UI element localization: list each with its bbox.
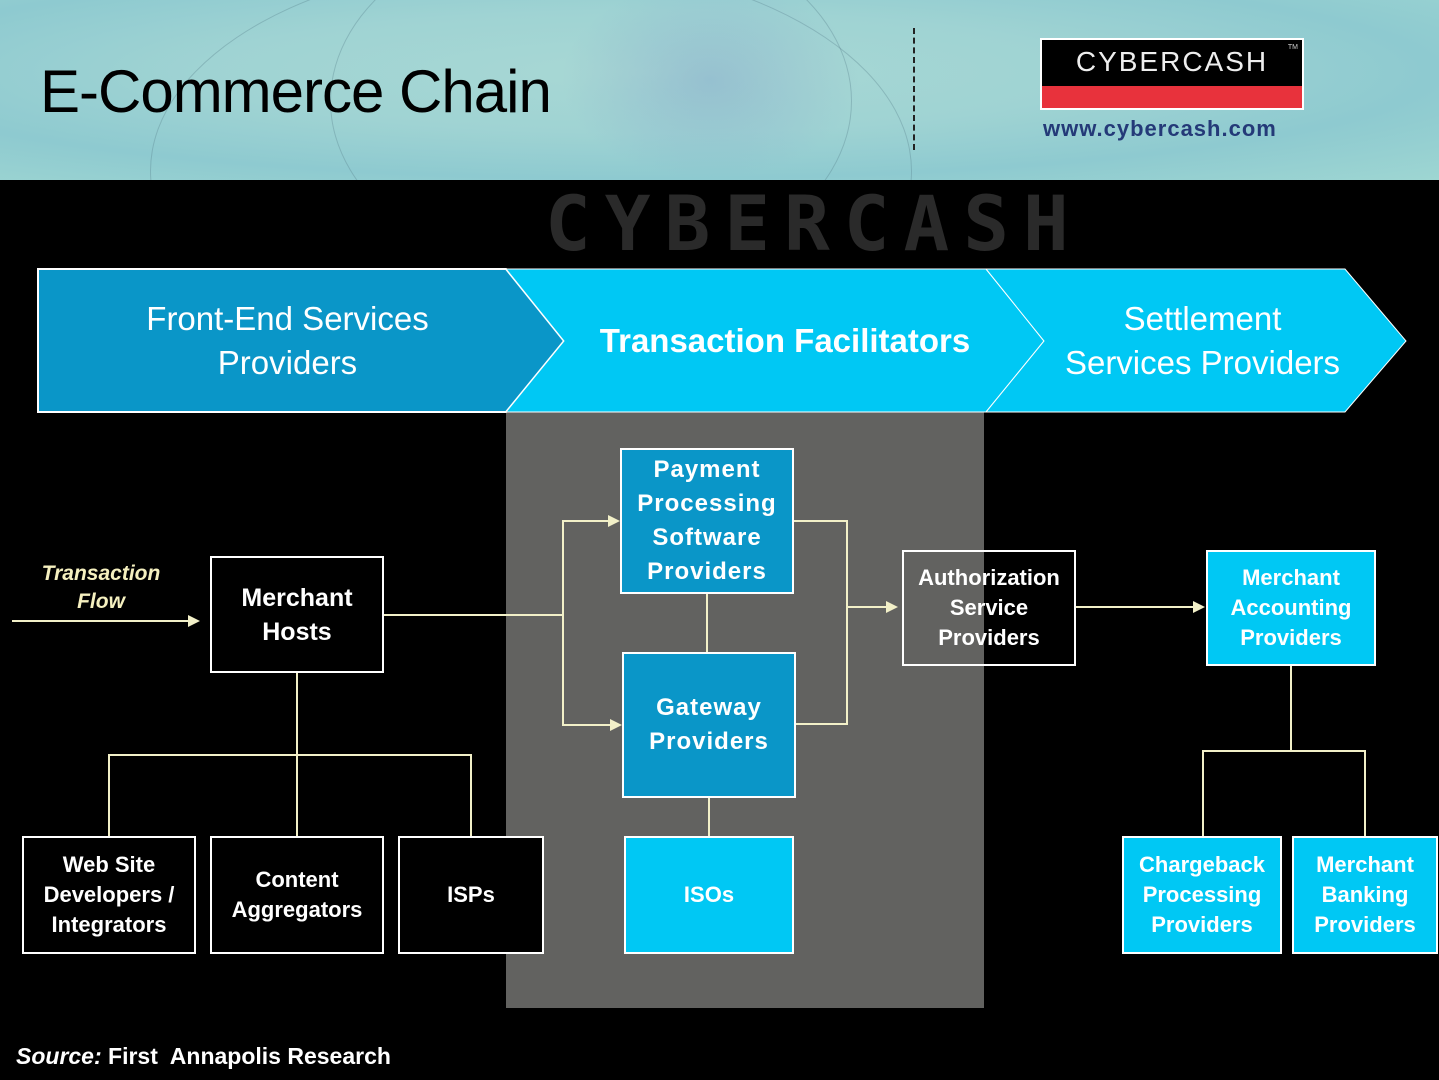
arrow-icon bbox=[610, 719, 622, 731]
stage-label-settlement: Settlement Services Providers bbox=[1064, 300, 1341, 381]
connector bbox=[1202, 750, 1204, 838]
arrow-icon bbox=[608, 515, 620, 527]
stage-label-transaction-facilitators: Transaction Facilitators bbox=[599, 322, 971, 359]
connector bbox=[108, 754, 472, 756]
stage-label-front-end: Front-End Services Providers bbox=[146, 300, 429, 381]
node-merchant-accounting: Merchant Accounting Providers bbox=[1206, 550, 1376, 666]
connector bbox=[562, 520, 564, 725]
arrow-icon bbox=[188, 615, 200, 627]
connector bbox=[793, 520, 848, 522]
node-isps: ISPs bbox=[398, 836, 544, 954]
node-web-site-developers: Web Site Developers / Integrators bbox=[22, 836, 196, 954]
connector bbox=[108, 754, 110, 837]
node-merchant-banking: Merchant Banking Providers bbox=[1292, 836, 1438, 954]
node-gateway-providers: Gateway Providers bbox=[622, 652, 796, 798]
node-authorization: Authorization Service Providers bbox=[902, 550, 1076, 666]
source-label: Source: bbox=[16, 1043, 102, 1069]
node-payment-processing: Payment Processing Software Providers bbox=[620, 448, 794, 594]
connector bbox=[562, 520, 610, 522]
connector bbox=[1075, 606, 1195, 608]
connector bbox=[383, 614, 563, 616]
node-isos: ISOs bbox=[624, 836, 794, 954]
flow-connector bbox=[12, 620, 190, 622]
arrow-icon bbox=[886, 601, 898, 613]
source-text: First Annapolis Research bbox=[108, 1043, 391, 1069]
connector bbox=[846, 606, 886, 608]
connector bbox=[708, 796, 710, 838]
node-chargeback: Chargeback Processing Providers bbox=[1122, 836, 1282, 954]
connector bbox=[1290, 664, 1292, 751]
connector bbox=[846, 520, 848, 725]
arrow-icon bbox=[1193, 601, 1205, 613]
transaction-flow-label: Transaction Flow bbox=[41, 562, 161, 613]
node-merchant-hosts: Merchant Hosts bbox=[210, 556, 384, 673]
connector bbox=[706, 593, 708, 655]
node-content-aggregators: Content Aggregators bbox=[210, 836, 384, 954]
source-citation: Source: First Annapolis Research bbox=[16, 1043, 391, 1070]
connector bbox=[470, 754, 472, 837]
connector bbox=[1202, 750, 1366, 752]
connector bbox=[795, 723, 848, 725]
connector bbox=[562, 724, 612, 726]
connector bbox=[1364, 750, 1366, 838]
